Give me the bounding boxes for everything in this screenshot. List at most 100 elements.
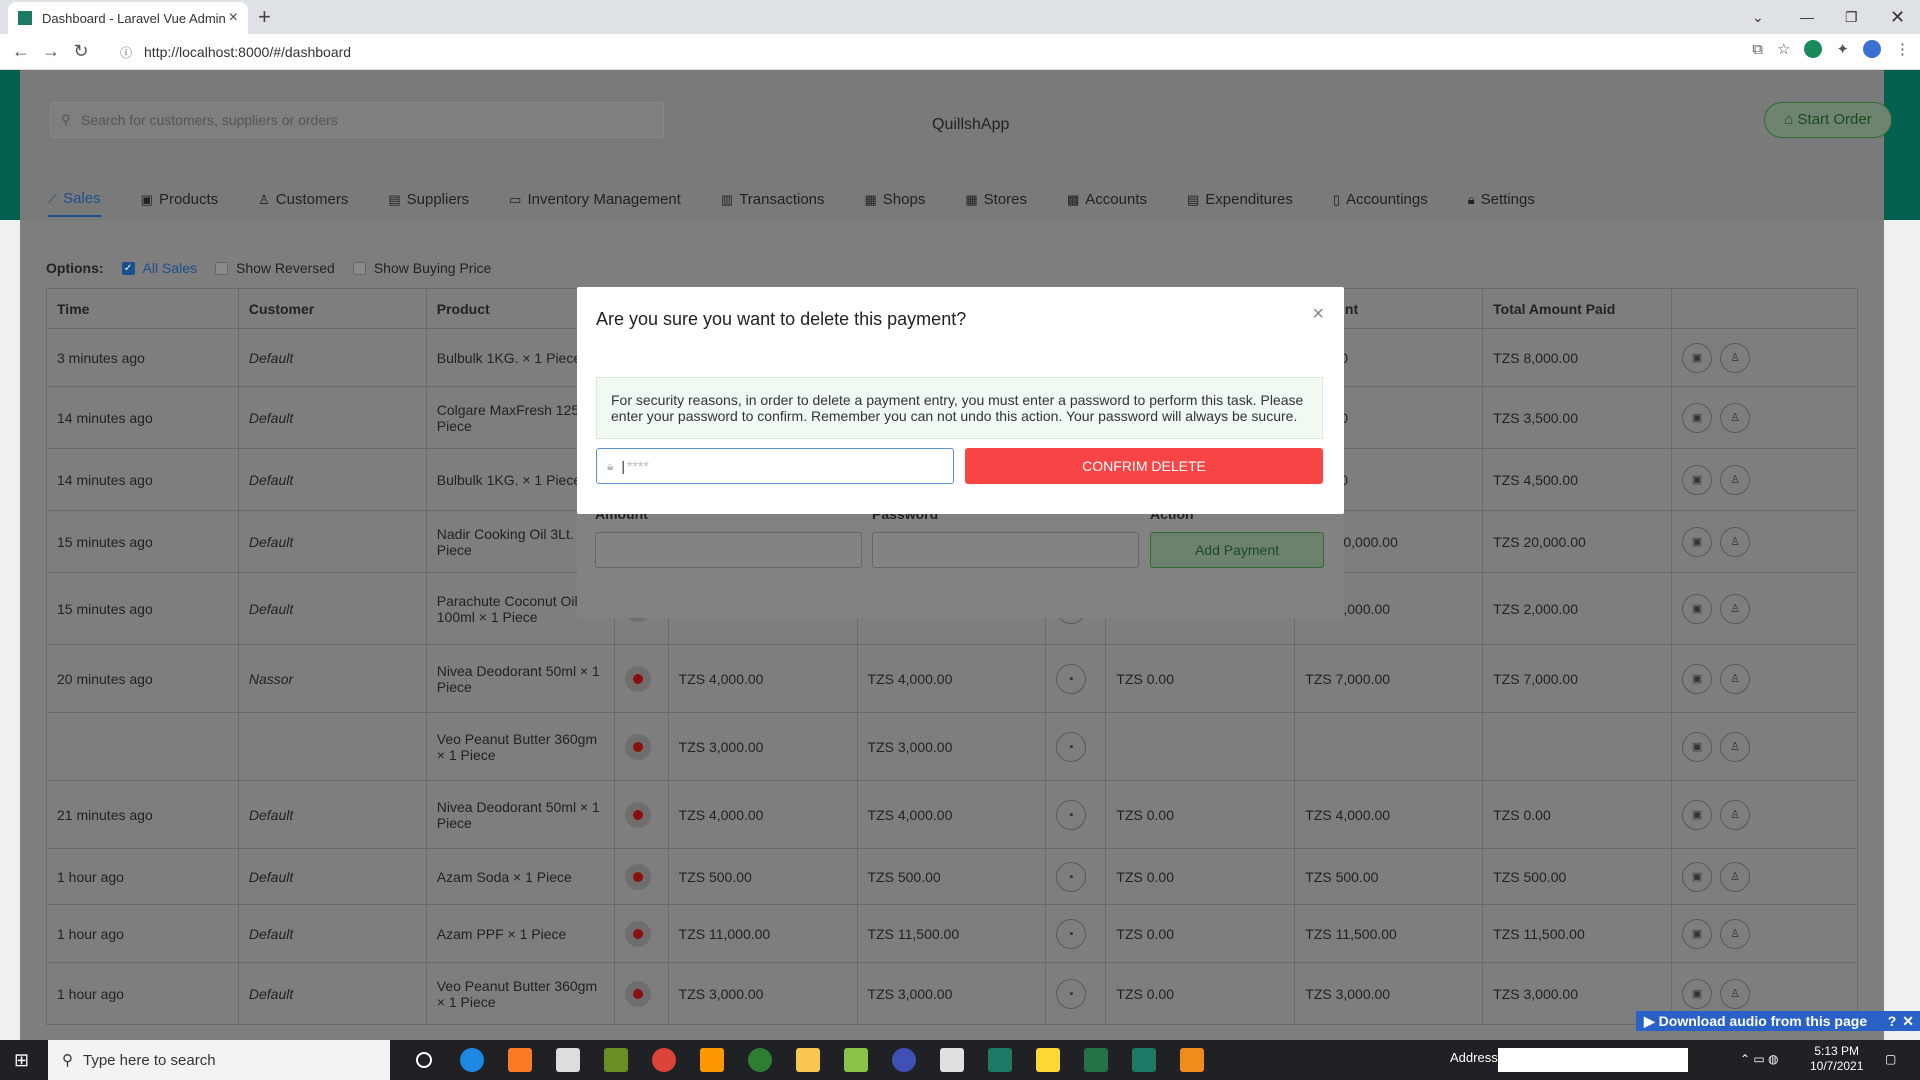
bookmark-star-icon[interactable]: ☆ [1777,40,1790,58]
actions-cell[interactable]: ▣ ♙ [1671,328,1858,387]
confirm-delete-button[interactable]: CONFRIM DELETE [965,448,1323,484]
edge-icon[interactable] [448,1040,496,1080]
user-icon[interactable]: ♙ [1720,663,1751,694]
status-dot-icon[interactable] [624,801,651,828]
payment-password-input[interactable] [872,532,1139,568]
show-buying-price-checkbox[interactable]: Show Buying Price [352,260,491,276]
maximize-icon[interactable]: ❐ [1845,0,1858,34]
status-cell[interactable] [613,904,669,963]
receipt-icon[interactable]: ▣ [1682,342,1713,373]
status-cell[interactable] [613,848,669,905]
show-reversed-checkbox[interactable]: Show Reversed [215,260,335,276]
new-tab-icon[interactable]: + [258,4,271,30]
user-icon[interactable]: ♙ [1720,861,1751,892]
status-cell[interactable] [613,712,669,781]
user-icon[interactable]: ♙ [1720,526,1751,557]
tab-stores[interactable]: ▦ Stores [965,190,1027,217]
trash-icon[interactable]: ▪ [1056,861,1087,892]
chrome-menu-icon[interactable]: ⋮ [1895,40,1910,58]
status-dot-icon[interactable] [624,920,651,947]
status-dot-icon[interactable] [624,863,651,890]
vue-devtools-icon[interactable] [1804,40,1823,58]
receipt-cell[interactable]: ▪ [1045,962,1107,1025]
status-cell[interactable] [613,962,669,1025]
receipt-cell[interactable]: ▪ [1045,848,1107,905]
user-icon[interactable]: ♙ [1720,978,1751,1009]
tab-accountings[interactable]: ▯ Accountings [1333,190,1428,217]
status-dot-icon[interactable] [624,733,651,760]
eclipse-icon[interactable] [880,1040,928,1080]
site-info-icon[interactable]: ⓘ [120,44,132,61]
notifications-icon[interactable]: ▢ [1885,1052,1896,1066]
close-bar-icon[interactable]: ✕ [1902,1013,1914,1030]
payment-amount-input[interactable] [595,532,862,568]
user-icon[interactable]: ♙ [1720,731,1751,762]
minimize-icon[interactable]: — [1800,0,1814,34]
receipt-icon[interactable]: ▣ [1682,799,1713,830]
tab-shops[interactable]: ▦ Shops [865,190,926,217]
trash-icon[interactable]: ▪ [1056,663,1087,694]
status-dot-icon[interactable] [624,980,651,1007]
user-icon[interactable]: ♙ [1720,402,1751,433]
trash-icon[interactable]: ▪ [1056,918,1087,949]
xampp-icon[interactable] [496,1040,544,1080]
help-icon[interactable]: ? [1888,1013,1897,1029]
tab-sales[interactable]: ⟋ Sales [48,190,101,217]
actions-cell[interactable]: ▣ ♙ [1671,848,1858,905]
actions-cell[interactable]: ▣ ♙ [1671,904,1858,963]
actions-cell[interactable]: ▣ ♙ [1671,712,1858,781]
address-bar[interactable]: ⓘ http://localhost:8000/#/dashboard [110,38,1750,66]
receipt-icon[interactable]: ▣ [1682,402,1713,433]
receipt-cell[interactable]: ▪ [1045,712,1107,781]
start-order-button[interactable]: ⌂ Start Order [1764,102,1892,138]
receipt-icon[interactable]: ▣ [1682,731,1713,762]
receipt-icon[interactable]: ▣ [1682,526,1713,557]
file-explorer-icon[interactable] [784,1040,832,1080]
tab-suppliers[interactable]: ▤ Suppliers [388,190,469,217]
user-icon[interactable]: ♙ [1720,918,1751,949]
trash-icon[interactable]: ▪ [1056,799,1087,830]
tab-customers[interactable]: ♙ Customers [258,190,348,217]
add-payment-button[interactable]: Add Payment [1150,532,1324,568]
windows-start-icon[interactable]: ⊞ [14,1050,29,1071]
browser-icon[interactable] [736,1040,784,1080]
actions-cell[interactable]: ▣ ♙ [1671,780,1858,849]
actions-cell[interactable]: ▣ ♙ [1671,572,1858,645]
player-icon[interactable] [1024,1040,1072,1080]
open-external-icon[interactable]: ⧉ [1752,41,1763,58]
close-icon[interactable]: × [1312,303,1324,326]
excel-icon[interactable] [1072,1040,1120,1080]
actions-cell[interactable]: ▣ ♙ [1671,510,1858,573]
powershell-icon[interactable] [1168,1040,1216,1080]
forward-icon[interactable]: → [36,41,66,62]
tab-accounts[interactable]: ▩ Accounts [1067,190,1147,217]
trash-icon[interactable]: ▪ [1056,731,1087,762]
receipt-icon[interactable]: ▣ [1682,918,1713,949]
extensions-puzzle-icon[interactable]: ✦ [1836,40,1849,58]
tab-search-icon[interactable]: ⌄ [1752,0,1764,34]
receipt-cell[interactable]: ▪ [1045,644,1107,713]
actions-cell[interactable]: ▣ ♙ [1671,386,1858,449]
sublime-icon[interactable] [688,1040,736,1080]
vue-app-icon[interactable] [976,1040,1024,1080]
receipt-icon[interactable]: ▣ [1682,663,1713,694]
receipt-cell[interactable]: ▪ [1045,904,1107,963]
android-icon[interactable] [832,1040,880,1080]
chrome-icon[interactable] [640,1040,688,1080]
terminal-icon[interactable] [592,1040,640,1080]
status-cell[interactable] [613,780,669,849]
task-view-icon[interactable] [400,1040,448,1080]
receipt-cell[interactable]: ▪ [1045,780,1107,849]
tab-expenditures[interactable]: ▤ Expenditures [1187,190,1293,217]
close-window-icon[interactable]: ✕ [1890,0,1905,34]
taskbar-clock[interactable]: 5:13 PM 10/7/2021 [1810,1044,1863,1074]
mail-icon[interactable] [544,1040,592,1080]
profile-avatar[interactable] [1863,40,1881,58]
confirm-password-input[interactable]: 🔒︎ | **** [596,448,954,484]
user-icon[interactable]: ♙ [1720,342,1751,373]
all-sales-checkbox[interactable]: ✓ All Sales [121,260,197,276]
status-cell[interactable] [613,644,669,713]
receipt-icon[interactable]: ▣ [1682,861,1713,892]
trash-icon[interactable]: ▪ [1056,978,1087,1009]
status-dot-icon[interactable] [624,665,651,692]
